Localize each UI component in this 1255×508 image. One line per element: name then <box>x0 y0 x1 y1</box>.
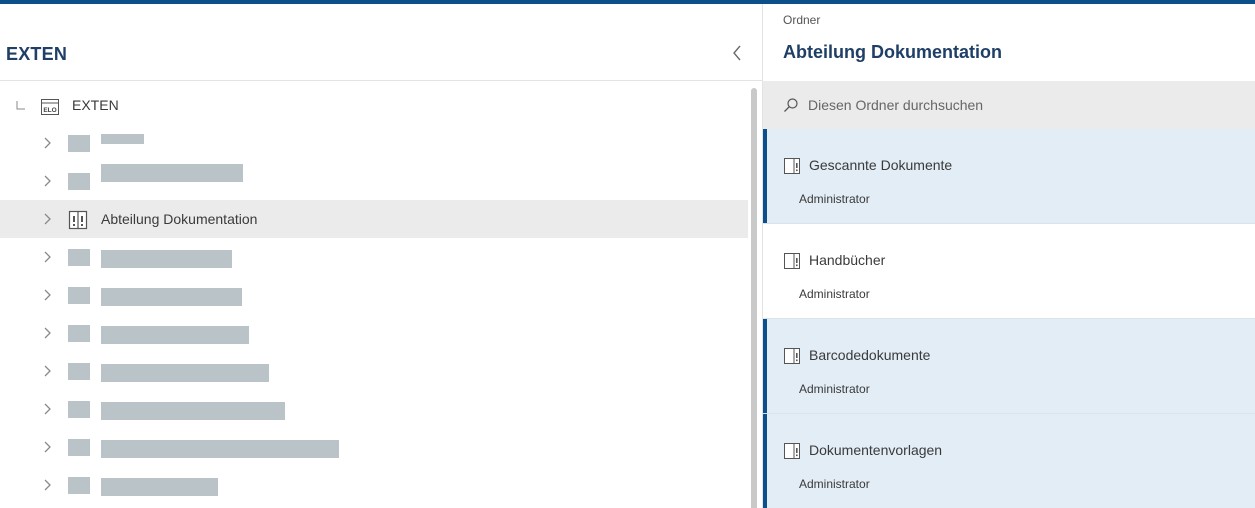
chevron-right-icon[interactable] <box>42 174 52 188</box>
redacted-folder-icon <box>68 249 90 266</box>
redacted-folder-icon <box>68 401 90 418</box>
folder-register-icon <box>68 210 88 230</box>
tree-item-redacted[interactable] <box>0 124 748 162</box>
tree-item-label: Abteilung Dokumentation <box>101 211 258 227</box>
list-item[interactable]: Barcodedokumente Administrator <box>763 319 1255 414</box>
tree-item-redacted[interactable] <box>0 276 748 314</box>
svg-text:ELO: ELO <box>43 107 56 114</box>
list-item[interactable]: Dokumentenvorlagen Administrator <box>763 414 1255 508</box>
tree-item-redacted[interactable] <box>0 466 748 504</box>
chevron-left-icon <box>733 45 741 61</box>
redacted-label <box>101 326 249 344</box>
tree-root-item[interactable]: ELO EXTEN <box>0 88 748 124</box>
redacted-label <box>101 440 339 458</box>
tree-collapse-icon[interactable] <box>16 100 26 110</box>
redacted-folder-icon <box>68 477 90 494</box>
redacted-label <box>101 478 218 496</box>
folder-title: Abteilung Dokumentation <box>783 42 1002 62</box>
tree-item-redacted[interactable] <box>0 352 748 390</box>
chevron-right-icon[interactable] <box>42 402 52 416</box>
chevron-right-icon[interactable] <box>42 440 52 454</box>
tree-item-redacted[interactable] <box>0 428 748 466</box>
search-icon <box>784 98 798 112</box>
redacted-label <box>101 250 232 268</box>
redacted-folder-icon <box>68 173 90 190</box>
list-item[interactable]: Handbücher Administrator <box>763 224 1255 319</box>
folder-tree: ELO EXTEN Abteilung Dokumentation <box>0 88 748 504</box>
collapse-panel-button[interactable] <box>727 40 747 66</box>
chevron-right-icon[interactable] <box>42 326 52 340</box>
chevron-right-icon[interactable] <box>42 250 52 264</box>
chevron-right-icon[interactable] <box>42 478 52 492</box>
redacted-folder-icon <box>68 363 90 380</box>
redacted-label <box>101 288 242 306</box>
folder-type-caption: Ordner <box>783 13 821 27</box>
navigation-header: EXTEN <box>0 4 762 81</box>
list-item-owner: Administrator <box>799 287 870 301</box>
chevron-right-icon[interactable] <box>42 288 52 302</box>
redacted-label <box>101 364 269 382</box>
list-item[interactable]: Gescannte Dokumente Administrator <box>763 129 1255 224</box>
list-item-owner: Administrator <box>799 382 870 396</box>
folder-content-panel: Ordner Abteilung Dokumentation Gescannte… <box>763 4 1255 508</box>
navigation-panel: EXTEN ELO EXTEN Abteilung Dokumentation <box>0 4 762 508</box>
redacted-folder-icon <box>68 135 90 152</box>
tree-item-redacted[interactable] <box>0 314 748 352</box>
register-folder-icon <box>784 348 800 364</box>
repository-title: EXTEN <box>6 44 68 64</box>
list-item-title: Gescannte Dokumente <box>809 157 953 173</box>
tree-item-redacted[interactable] <box>0 162 748 200</box>
redacted-label <box>101 402 285 420</box>
folder-item-list: Gescannte Dokumente Administrator Handbü… <box>763 129 1255 508</box>
register-folder-icon <box>784 253 800 269</box>
folder-search-input[interactable] <box>808 93 1228 117</box>
register-folder-icon <box>784 158 800 174</box>
chevron-right-icon[interactable] <box>42 136 52 150</box>
chevron-right-icon[interactable] <box>42 212 52 226</box>
tree-root-label: EXTEN <box>72 97 119 113</box>
tree-item-selected[interactable]: Abteilung Dokumentation <box>0 200 748 238</box>
tree-scrollbar[interactable] <box>751 88 757 508</box>
tree-item-redacted[interactable] <box>0 390 748 428</box>
chevron-right-icon[interactable] <box>42 364 52 378</box>
elo-archive-icon: ELO <box>41 99 59 115</box>
redacted-label <box>101 134 144 144</box>
list-item-title: Handbücher <box>809 252 886 268</box>
redacted-folder-icon <box>68 439 90 456</box>
redacted-label <box>101 164 243 182</box>
list-item-title: Barcodedokumente <box>809 347 931 363</box>
tree-item-redacted[interactable] <box>0 238 748 276</box>
list-item-owner: Administrator <box>799 192 870 206</box>
register-folder-icon <box>784 443 800 459</box>
folder-search-bar[interactable] <box>763 81 1255 129</box>
list-item-owner: Administrator <box>799 477 870 491</box>
redacted-folder-icon <box>68 287 90 304</box>
list-item-title: Dokumentenvorlagen <box>809 442 943 458</box>
redacted-folder-icon <box>68 325 90 342</box>
